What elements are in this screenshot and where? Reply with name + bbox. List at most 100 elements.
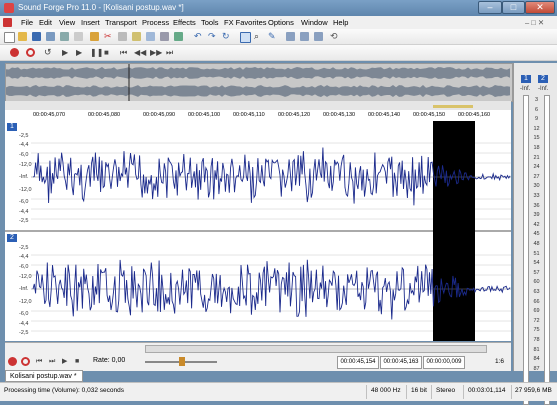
redo-icon[interactable]: ↷ — [208, 32, 217, 41]
pause-icon[interactable]: ❚❚ — [90, 48, 103, 57]
minimize-button[interactable]: ‒ — [478, 1, 502, 14]
zoom-ratio[interactable]: 1:6 — [495, 358, 504, 365]
ruler-tick: 00:00:45,100 — [188, 112, 221, 118]
play-icon[interactable]: ▶ — [62, 357, 71, 366]
menu-bar: File Edit View Insert Transport Process … — [0, 16, 557, 30]
meter-scale-label: 24 — [533, 164, 540, 171]
fast-forward-icon[interactable]: ▶▶ — [150, 48, 162, 57]
waveform-display[interactable] — [5, 121, 511, 341]
title-bar: Sound Forge Pro 11.0 - [Kolisani postup.… — [0, 0, 557, 16]
record-icon[interactable] — [10, 48, 19, 57]
maximize-button[interactable]: □ — [502, 1, 525, 14]
menu-file[interactable]: File — [21, 16, 33, 29]
close-button[interactable]: ✕ — [525, 1, 555, 14]
window-title: Sound Forge Pro 11.0 - [Kolisani postup.… — [18, 3, 184, 12]
waveform-area[interactable]: 1 2 -2,5 -4,4 -6,0 -12,0 -Inf. -12,0 -6,… — [5, 121, 511, 341]
ruler-tick: 00:00:45,140 — [368, 112, 401, 118]
ruler-tick: 00:00:45,150 — [413, 112, 446, 118]
crop-icon[interactable] — [160, 32, 169, 41]
rate-slider[interactable] — [145, 357, 217, 366]
cut-icon[interactable]: ✂ — [104, 32, 113, 41]
menu-view[interactable]: View — [59, 16, 75, 29]
selection-marker[interactable] — [433, 105, 473, 108]
overview-channel-2 — [6, 85, 510, 97]
selection-end-time[interactable]: 00:00:45,163 — [380, 356, 422, 369]
menu-options[interactable]: Options — [268, 16, 294, 29]
mix-icon[interactable] — [146, 32, 155, 41]
menu-insert[interactable]: Insert — [81, 16, 100, 29]
envelope-tool-icon[interactable] — [300, 32, 309, 41]
edit-tool-icon[interactable] — [240, 32, 251, 43]
snap-icon[interactable]: ⟲ — [330, 32, 339, 41]
channel-2-label[interactable]: 2 — [7, 234, 17, 242]
ruler-tick: 00:00:45,080 — [88, 112, 121, 118]
db-label: -2,5 — [19, 133, 29, 139]
new-file-icon[interactable] — [4, 32, 15, 43]
db-label: -12,0 — [19, 299, 32, 305]
paste-icon[interactable] — [132, 32, 141, 41]
open-folder-icon[interactable] — [18, 32, 27, 41]
status-processing-time: Processing time (Volume): 0,032 seconds — [4, 387, 124, 394]
rate-label: Rate: 0,00 — [93, 357, 126, 364]
trim-icon[interactable] — [174, 32, 183, 41]
meter-scale-label: 36 — [533, 202, 540, 209]
menu-tools[interactable]: Tools — [201, 16, 219, 29]
copy-icon[interactable] — [118, 32, 127, 41]
selection-start-time[interactable]: 00:00:45,154 — [337, 356, 379, 369]
menu-help[interactable]: Help — [333, 16, 348, 29]
stop-icon[interactable]: ■ — [104, 48, 113, 57]
marker-bar[interactable] — [5, 101, 511, 110]
db-label: -4,4 — [19, 321, 29, 327]
stop-icon[interactable]: ■ — [75, 357, 84, 366]
event-tool-icon[interactable] — [286, 32, 295, 41]
app-icon — [4, 3, 14, 13]
properties-icon[interactable] — [60, 32, 69, 41]
meter-scale-label: 84 — [533, 356, 540, 363]
ruler-tick: 00:00:45,120 — [278, 112, 311, 118]
record-arm-icon[interactable] — [26, 48, 35, 57]
menu-fx-favorites[interactable]: FX Favorites — [224, 16, 267, 29]
horizontal-scrollbar[interactable] — [145, 345, 487, 353]
save-all-icon[interactable] — [46, 32, 55, 41]
render-icon[interactable] — [90, 32, 99, 41]
go-to-start-icon[interactable]: ⏮ — [36, 357, 45, 366]
undo-icon[interactable]: ↶ — [194, 32, 203, 41]
db-label: -4,4 — [19, 142, 29, 148]
document-tab[interactable]: Kolisani postup.wav * — [5, 370, 83, 382]
menu-transport[interactable]: Transport — [105, 16, 137, 29]
go-to-start-icon[interactable]: ⏮ — [120, 48, 129, 57]
status-bit-depth: 16 bit — [411, 387, 427, 394]
mdi-controls[interactable]: ‒ □ ✕ — [525, 16, 544, 29]
pencil-icon[interactable]: ✎ — [268, 32, 277, 41]
menu-edit[interactable]: Edit — [39, 16, 52, 29]
menu-process[interactable]: Process — [142, 16, 169, 29]
loop-icon[interactable]: ↺ — [44, 48, 53, 57]
meter-scale-label: 42 — [533, 221, 540, 228]
db-label: -12,0 — [19, 187, 32, 193]
db-label: -12,0 — [19, 162, 32, 168]
play-all-icon[interactable]: ▶ — [62, 48, 71, 57]
meter-scale-label: 15 — [533, 135, 540, 142]
rate-slider-thumb[interactable] — [179, 357, 185, 366]
menu-effects[interactable]: Effects — [173, 16, 196, 29]
magnify-icon[interactable]: ⌕ — [254, 32, 263, 41]
selection-length-time[interactable]: 00:00:00,009 — [423, 356, 465, 369]
save-icon[interactable] — [32, 32, 41, 41]
record-icon[interactable] — [8, 357, 17, 366]
go-to-end-icon[interactable]: ⏭ — [49, 357, 58, 366]
go-to-end-icon[interactable]: ⏭ — [166, 48, 175, 57]
channel-1-label[interactable]: 1 — [7, 123, 17, 131]
rewind-icon[interactable]: ◀◀ — [134, 48, 146, 57]
overview-bar[interactable] — [5, 63, 513, 102]
db-label: -Inf. — [19, 174, 29, 180]
split-tool-icon[interactable] — [314, 32, 323, 41]
overview-waveform — [6, 64, 510, 101]
print-icon[interactable] — [74, 32, 83, 41]
record-arm-icon[interactable] — [21, 357, 30, 366]
ruler-tick: 00:00:45,090 — [143, 112, 176, 118]
ruler-tick: 00:00:45,070 — [33, 112, 66, 118]
document-icon[interactable] — [3, 18, 12, 27]
repeat-icon[interactable]: ↻ — [222, 32, 231, 41]
menu-window[interactable]: Window — [301, 16, 328, 29]
play-icon[interactable]: ▶ — [76, 48, 85, 57]
